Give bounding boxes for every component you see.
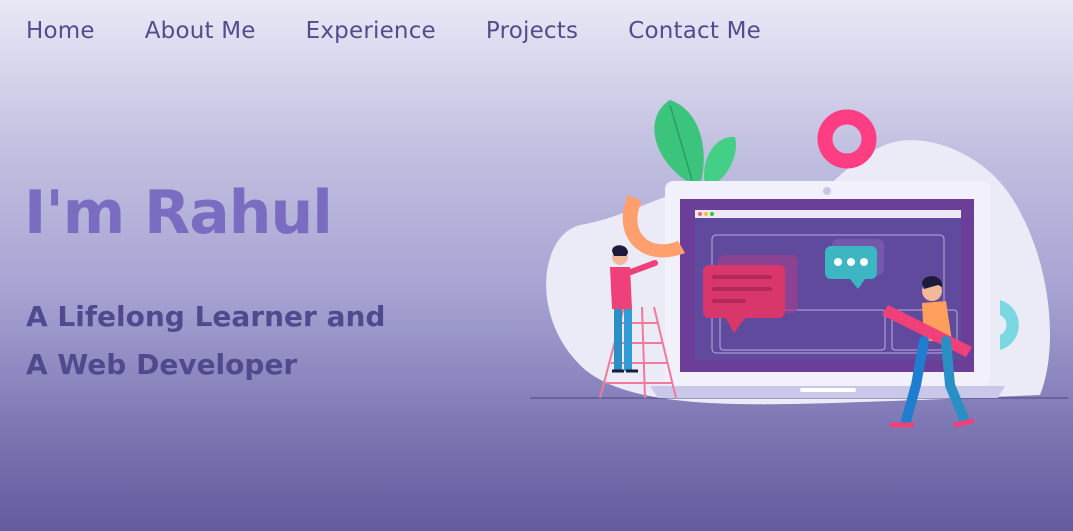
leaves-icon (654, 100, 736, 187)
web-developer-illustration (520, 95, 1073, 440)
hero-name-heading: I'm Rahul (24, 178, 333, 248)
nav-experience-link[interactable]: Experience (306, 18, 436, 44)
hero-tagline-line-2: A Web Developer (26, 348, 298, 381)
laptop-camera-icon (823, 187, 831, 195)
browser-bar (695, 210, 961, 218)
ring-icon (817, 109, 877, 169)
nav-home-link[interactable]: Home (26, 18, 95, 44)
nav-about-me-link[interactable]: About Me (145, 18, 256, 44)
hero-tagline-line-1: A Lifelong Learner and (26, 300, 386, 333)
nav-contact-me-link[interactable]: Contact Me (628, 18, 761, 44)
top-navigation: Home About Me Experience Projects Contac… (26, 18, 811, 44)
nav-projects-link[interactable]: Projects (486, 18, 578, 44)
hero-tagline: A Lifelong Learner and A Web Developer (26, 293, 385, 389)
